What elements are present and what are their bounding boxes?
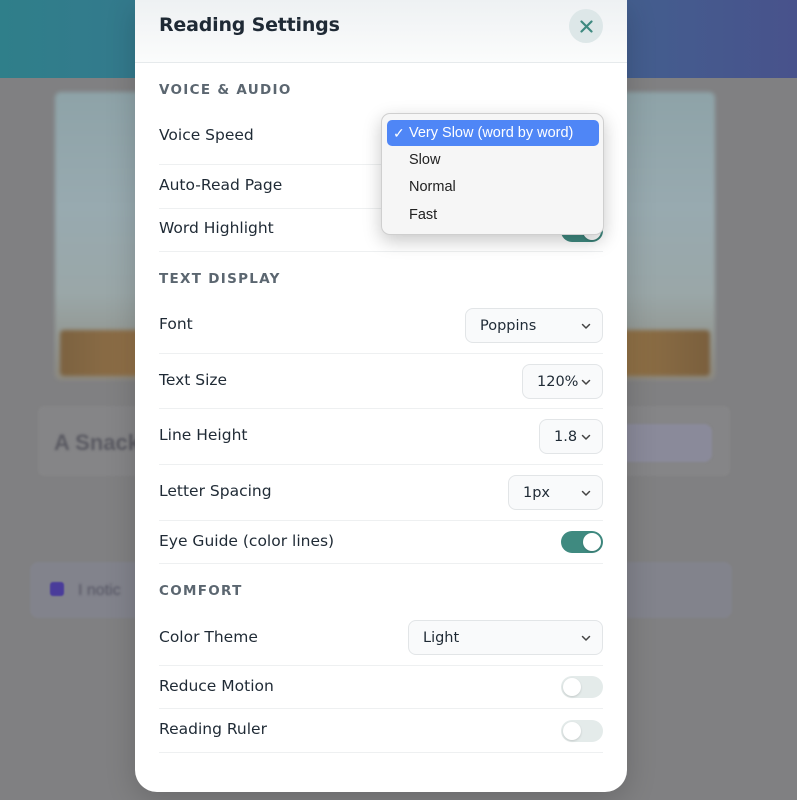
section-comfort: COMFORT	[159, 583, 243, 599]
section-text-display: TEXT DISPLAY	[159, 271, 281, 287]
option-label: Fast	[409, 207, 438, 223]
word-highlight-label: Word Highlight	[159, 219, 274, 237]
chevron-down-icon	[581, 490, 591, 496]
font-label: Font	[159, 315, 193, 333]
checkmark-icon: ✓	[393, 125, 405, 141]
banner-icon	[50, 582, 64, 596]
font-value: Poppins	[480, 317, 537, 334]
auto-read-label: Auto-Read Page	[159, 176, 283, 194]
line-height-value: 1.8	[554, 428, 578, 445]
toggle-knob	[563, 678, 581, 696]
text-size-value: 120%	[537, 373, 579, 390]
color-theme-select[interactable]: Light	[408, 620, 603, 655]
voice-speed-option[interactable]: Normal	[387, 174, 599, 200]
row-text-size: Text Size 120%	[159, 354, 603, 409]
letter-spacing-value: 1px	[523, 484, 551, 501]
modal-title: Reading Settings	[159, 14, 340, 36]
story-action-pill	[620, 424, 712, 462]
letter-spacing-select[interactable]: 1px	[508, 475, 603, 510]
row-reduce-motion: Reduce Motion	[159, 666, 603, 709]
voice-speed-dropdown: ✓ Very Slow (word by word) Slow Normal F…	[381, 113, 604, 235]
row-reading-ruler: Reading Ruler	[159, 709, 603, 753]
line-height-label: Line Height	[159, 426, 248, 444]
eye-guide-label: Eye Guide (color lines)	[159, 532, 335, 550]
story-title: A Snack	[54, 430, 141, 455]
modal-header: Reading Settings	[135, 0, 627, 63]
toggle-knob	[563, 722, 581, 740]
section-voice-audio: VOICE & AUDIO	[159, 82, 292, 98]
row-font: Font Poppins	[159, 298, 603, 354]
reduce-motion-label: Reduce Motion	[159, 677, 274, 695]
voice-speed-option[interactable]: Fast	[387, 202, 599, 228]
voice-speed-label: Voice Speed	[159, 126, 254, 144]
color-theme-value: Light	[423, 629, 460, 646]
letter-spacing-label: Letter Spacing	[159, 482, 272, 500]
row-letter-spacing: Letter Spacing 1px	[159, 465, 603, 521]
option-label: Normal	[409, 179, 456, 195]
reading-ruler-label: Reading Ruler	[159, 720, 267, 738]
color-theme-label: Color Theme	[159, 628, 258, 646]
voice-speed-option[interactable]: Slow	[387, 147, 599, 173]
chevron-down-icon	[581, 434, 591, 440]
font-select[interactable]: Poppins	[465, 308, 603, 343]
row-color-theme: Color Theme Light	[159, 610, 603, 666]
chevron-down-icon	[581, 379, 591, 385]
toggle-knob	[583, 533, 601, 551]
reading-ruler-toggle[interactable]	[561, 720, 603, 742]
option-label: Slow	[409, 152, 441, 168]
row-eye-guide: Eye Guide (color lines)	[159, 521, 603, 564]
text-size-label: Text Size	[159, 371, 228, 389]
close-icon	[579, 19, 593, 33]
eye-guide-toggle[interactable]	[561, 531, 603, 553]
line-height-select[interactable]: 1.8	[539, 419, 603, 454]
text-size-select[interactable]: 120%	[522, 364, 603, 399]
banner-text: I notic	[78, 582, 121, 599]
close-button[interactable]	[569, 9, 603, 43]
reduce-motion-toggle[interactable]	[561, 676, 603, 698]
chevron-down-icon	[581, 323, 591, 329]
option-label: Very Slow (word by word)	[409, 125, 574, 141]
chevron-down-icon	[581, 635, 591, 641]
row-line-height: Line Height 1.8	[159, 409, 603, 465]
voice-speed-option[interactable]: ✓ Very Slow (word by word)	[387, 120, 599, 146]
